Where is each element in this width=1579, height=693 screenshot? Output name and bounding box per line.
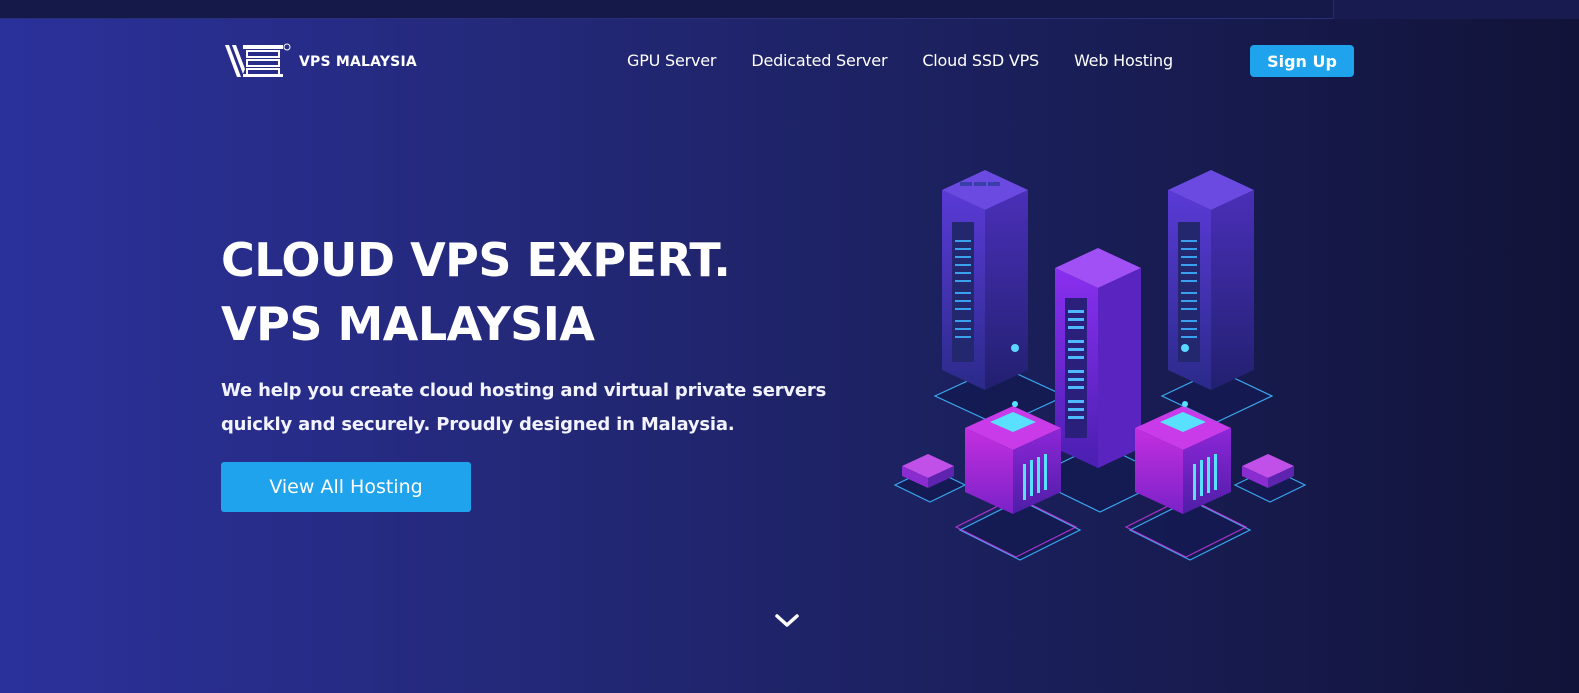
isometric-servers-illustration-icon xyxy=(893,170,1307,561)
hero-title-line-2: VPS MALAYSIA xyxy=(221,297,595,351)
vps-logo-mark-icon xyxy=(225,43,291,77)
top-strip-segment xyxy=(1333,0,1579,19)
top-strip xyxy=(0,0,1579,19)
chevron-down-icon[interactable] xyxy=(772,608,802,632)
site-logo[interactable]: VPS MALAYSIA xyxy=(223,42,417,80)
main-nav: GPU Server Dedicated Server Cloud SSD VP… xyxy=(627,46,1208,74)
view-all-hosting-button[interactable]: View All Hosting xyxy=(221,462,471,512)
hero-title: CLOUD VPS EXPERT. VPS MALAYSIA xyxy=(221,228,731,356)
hero-subtitle-line-2: quickly and securely. Proudly designed i… xyxy=(221,414,735,435)
nav-item-dedicated-server[interactable]: Dedicated Server xyxy=(751,51,887,70)
hero-subtitle-line-1: We help you create cloud hosting and vir… xyxy=(221,380,827,401)
sign-up-button[interactable]: Sign Up xyxy=(1250,45,1354,77)
nav-item-web-hosting[interactable]: Web Hosting xyxy=(1074,51,1173,70)
hero-subtitle: We help you create cloud hosting and vir… xyxy=(221,374,827,442)
nav-item-cloud-ssd-vps[interactable]: Cloud SSD VPS xyxy=(922,51,1039,70)
hero-title-line-1: CLOUD VPS EXPERT. xyxy=(221,233,731,287)
nav-item-gpu-server[interactable]: GPU Server xyxy=(627,51,717,70)
logo-text: VPS MALAYSIA xyxy=(299,54,417,70)
